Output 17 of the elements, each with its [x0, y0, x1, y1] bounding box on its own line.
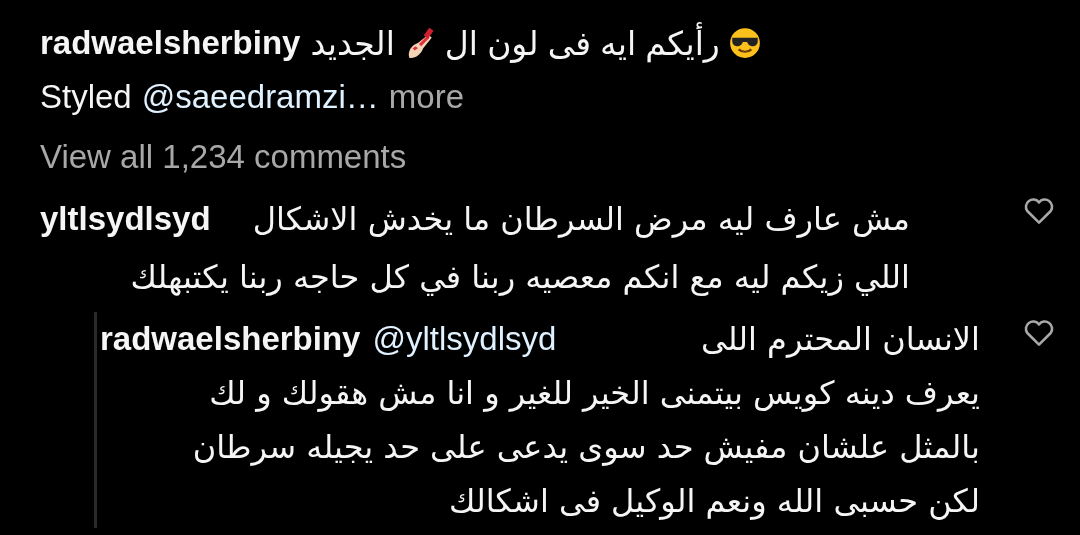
comment-text: اللي زيكم ليه مع انكم معصيه ربنا في كل حاجه ربنا يكتبهلك: [130, 258, 910, 296]
mention-link[interactable]: @saeedramzi…: [141, 78, 379, 116]
username[interactable]: radwaelsherbiny: [40, 24, 301, 62]
mention-link[interactable]: @yltlsydlsyd: [372, 320, 557, 358]
comment-text: مش عارف ليه مرض السرطان ما يخدش الاشكال: [251, 200, 910, 238]
comment-text: يعرف دينه كويس بيتمنى الخير للغير و انا مش هقولك و لك: [209, 374, 980, 412]
comment-text: بالمثل علشان مفيش حد سوى يدعى على حد يجيله سرطان: [192, 428, 980, 466]
caption-text: رأيكم ايه فى لون ال: [444, 23, 720, 63]
sunglasses-face-icon: [727, 26, 762, 60]
caption-text: الجديد: [310, 23, 395, 63]
caption-text: Styled: [40, 78, 132, 116]
comment-text: لكن حسبى الله ونعم الوكيل فى اشكالك: [448, 482, 980, 520]
username[interactable]: yltlsydlsyd: [40, 200, 211, 238]
username[interactable]: radwaelsherbiny: [100, 320, 361, 358]
more-link[interactable]: more: [388, 78, 464, 116]
view-all-comments-link[interactable]: View all 1,234 comments: [40, 124, 1080, 190]
comment-text: الانسان المحترم اللى: [700, 320, 980, 358]
